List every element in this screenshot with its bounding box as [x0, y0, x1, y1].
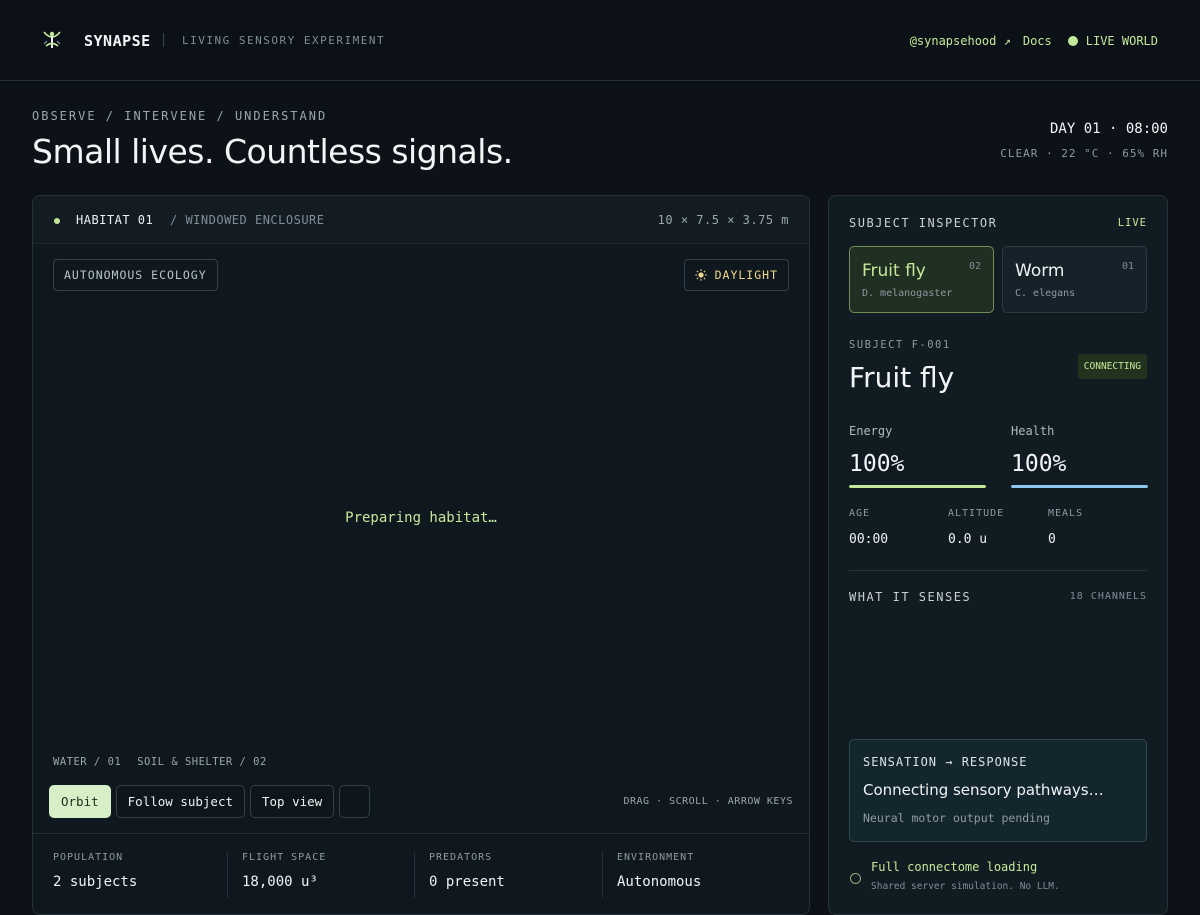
- daylight-toggle[interactable]: DAYLIGHT: [683, 259, 789, 291]
- habitat-loading-status: Preparing habitat…: [345, 510, 497, 526]
- species-card-fruit-fly[interactable]: Fruit fly 02 D. melanogaster: [849, 246, 994, 313]
- habitat-status-dot: [54, 218, 60, 224]
- sensation-response-box: SENSATION → RESPONSE Connecting sensory …: [849, 739, 1147, 842]
- health-label: Health: [1011, 424, 1055, 438]
- camera-controls: Orbit Follow subject Top view: [49, 785, 371, 818]
- health-value: 100%: [1011, 451, 1067, 477]
- hero-eyebrow: OBSERVE / INTERVENE / UNDERSTAND: [32, 109, 328, 123]
- habitat-panel: HABITAT 01 / WINDOWED ENCLOSURE 10 × 7.5…: [32, 195, 810, 915]
- docs-link[interactable]: Docs: [1023, 34, 1052, 48]
- stat-flight-space: FLIGHT SPACE 18,000 u³: [227, 852, 414, 898]
- vital-label: MEALS: [1048, 508, 1084, 519]
- energy-bar-fill: [849, 485, 986, 488]
- species-count: 02: [968, 261, 981, 272]
- stat-label: ENVIRONMENT: [617, 852, 695, 863]
- energy-bar-track: [849, 485, 986, 488]
- synapse-logo-icon: [43, 31, 61, 48]
- daylight-label: DAYLIGHT: [714, 268, 778, 282]
- vital-meals: MEALS 0: [1048, 508, 1083, 547]
- sensation-message: Connecting sensory pathways…: [863, 781, 1104, 799]
- vital-altitude: ALTITUDE 0.0 u: [948, 508, 1004, 547]
- weather-readout: CLEAR · 22 °C · 65% RH: [1000, 147, 1168, 160]
- species-name: Worm: [1015, 261, 1065, 281]
- page-title: Small lives. Countless signals.: [32, 132, 513, 171]
- sensation-response-title: SENSATION → RESPONSE: [863, 755, 1028, 769]
- inspector-divider: [849, 570, 1147, 571]
- follow-subject-button[interactable]: Follow subject: [115, 785, 245, 818]
- vital-label: ALTITUDE: [948, 508, 1005, 519]
- extra-view-button[interactable]: [339, 785, 371, 818]
- stat-value: 2 subjects: [53, 874, 138, 890]
- connectome-loading-subtext: Shared server simulation. No LLM.: [871, 881, 1060, 892]
- habitat-dimensions: 10 × 7.5 × 3.75 m: [657, 213, 789, 227]
- inspector-title: SUBJECT INSPECTOR: [849, 216, 998, 230]
- connectome-loading-title: Full connectome loading: [871, 860, 1038, 874]
- habitat-header: HABITAT 01 / WINDOWED ENCLOSURE 10 × 7.5…: [33, 196, 809, 244]
- legend-water: WATER / 01: [53, 756, 122, 768]
- brand-tagline: LIVING SENSORY EXPERIMENT: [182, 34, 386, 47]
- vital-label: AGE: [849, 508, 871, 519]
- stat-population: POPULATION 2 subjects: [39, 852, 227, 898]
- habitat-legend: WATER / 01 SOIL & SHELTER / 02: [53, 756, 267, 768]
- stat-label: POPULATION: [53, 852, 124, 863]
- brand-divider: [163, 33, 164, 47]
- subject-inspector-panel: SUBJECT INSPECTOR LIVE Fruit fly 02 D. m…: [828, 195, 1168, 915]
- channels-count: 18 CHANNELS: [1069, 591, 1147, 602]
- species-count: 01: [1121, 261, 1134, 272]
- health-meter: Health 100%: [1011, 424, 1148, 488]
- loading-spinner-icon: [850, 873, 861, 884]
- live-indicator-dot: [1067, 36, 1078, 46]
- species-scientific-name: C. elegans: [1015, 288, 1076, 299]
- vital-value: 00:00: [849, 532, 889, 547]
- orbit-button[interactable]: Orbit: [49, 785, 111, 818]
- species-name: Fruit fly: [862, 261, 926, 281]
- vital-value: 0.0 u: [948, 532, 988, 547]
- ecology-chip: AUTONOMOUS ECOLOGY: [53, 259, 218, 291]
- brand-name: SYNAPSE: [84, 32, 151, 50]
- sensation-subtext: Neural motor output pending: [863, 811, 1050, 825]
- top-view-button[interactable]: Top view: [250, 785, 335, 818]
- live-world-label: LIVE WORLD: [1085, 34, 1158, 48]
- vital-value: 0: [1048, 532, 1056, 547]
- top-bar: SYNAPSE LIVING SENSORY EXPERIMENT @synap…: [0, 0, 1200, 81]
- inspector-live-badge: LIVE: [1117, 217, 1147, 229]
- energy-meter: Energy 100%: [849, 424, 986, 488]
- species-scientific-name: D. melanogaster: [862, 288, 953, 299]
- stat-value: 18,000 u³: [242, 874, 318, 890]
- energy-label: Energy: [849, 424, 893, 438]
- habitat-stats: POPULATION 2 subjects FLIGHT SPACE 18,00…: [33, 833, 809, 914]
- stat-value: 0 present: [429, 874, 505, 890]
- world-clock: DAY 01 · 08:00: [1049, 121, 1168, 137]
- stat-value: Autonomous: [617, 874, 702, 890]
- subject-id: SUBJECT F-001: [849, 339, 951, 351]
- senses-title: WHAT IT SENSES: [849, 590, 972, 604]
- stat-label: FLIGHT SPACE: [242, 852, 327, 863]
- sun-icon: [694, 269, 707, 281]
- legend-soil-shelter: SOIL & SHELTER / 02: [137, 756, 267, 768]
- vital-age: AGE 00:00: [849, 508, 888, 547]
- species-card-worm[interactable]: Worm 01 C. elegans: [1002, 246, 1147, 313]
- habitat-name: HABITAT 01: [76, 213, 154, 227]
- health-bar-fill: [1011, 485, 1148, 488]
- controls-hint: DRAG · SCROLL · ARROW KEYS: [623, 796, 793, 807]
- stat-predators: PREDATORS 0 present: [414, 852, 602, 898]
- stat-environment: ENVIRONMENT Autonomous: [602, 852, 802, 898]
- stat-label: PREDATORS: [429, 852, 493, 863]
- health-bar-track: [1011, 485, 1148, 488]
- energy-value: 100%: [849, 451, 905, 477]
- habitat-subtitle: / WINDOWED ENCLOSURE: [170, 213, 325, 227]
- status-badge: CONNECTING: [1077, 354, 1147, 379]
- subject-name: Fruit fly: [849, 361, 955, 394]
- top-links: @synapsehood ↗ Docs LIVE WORLD: [910, 34, 1158, 48]
- social-link[interactable]: @synapsehood ↗: [910, 34, 1011, 48]
